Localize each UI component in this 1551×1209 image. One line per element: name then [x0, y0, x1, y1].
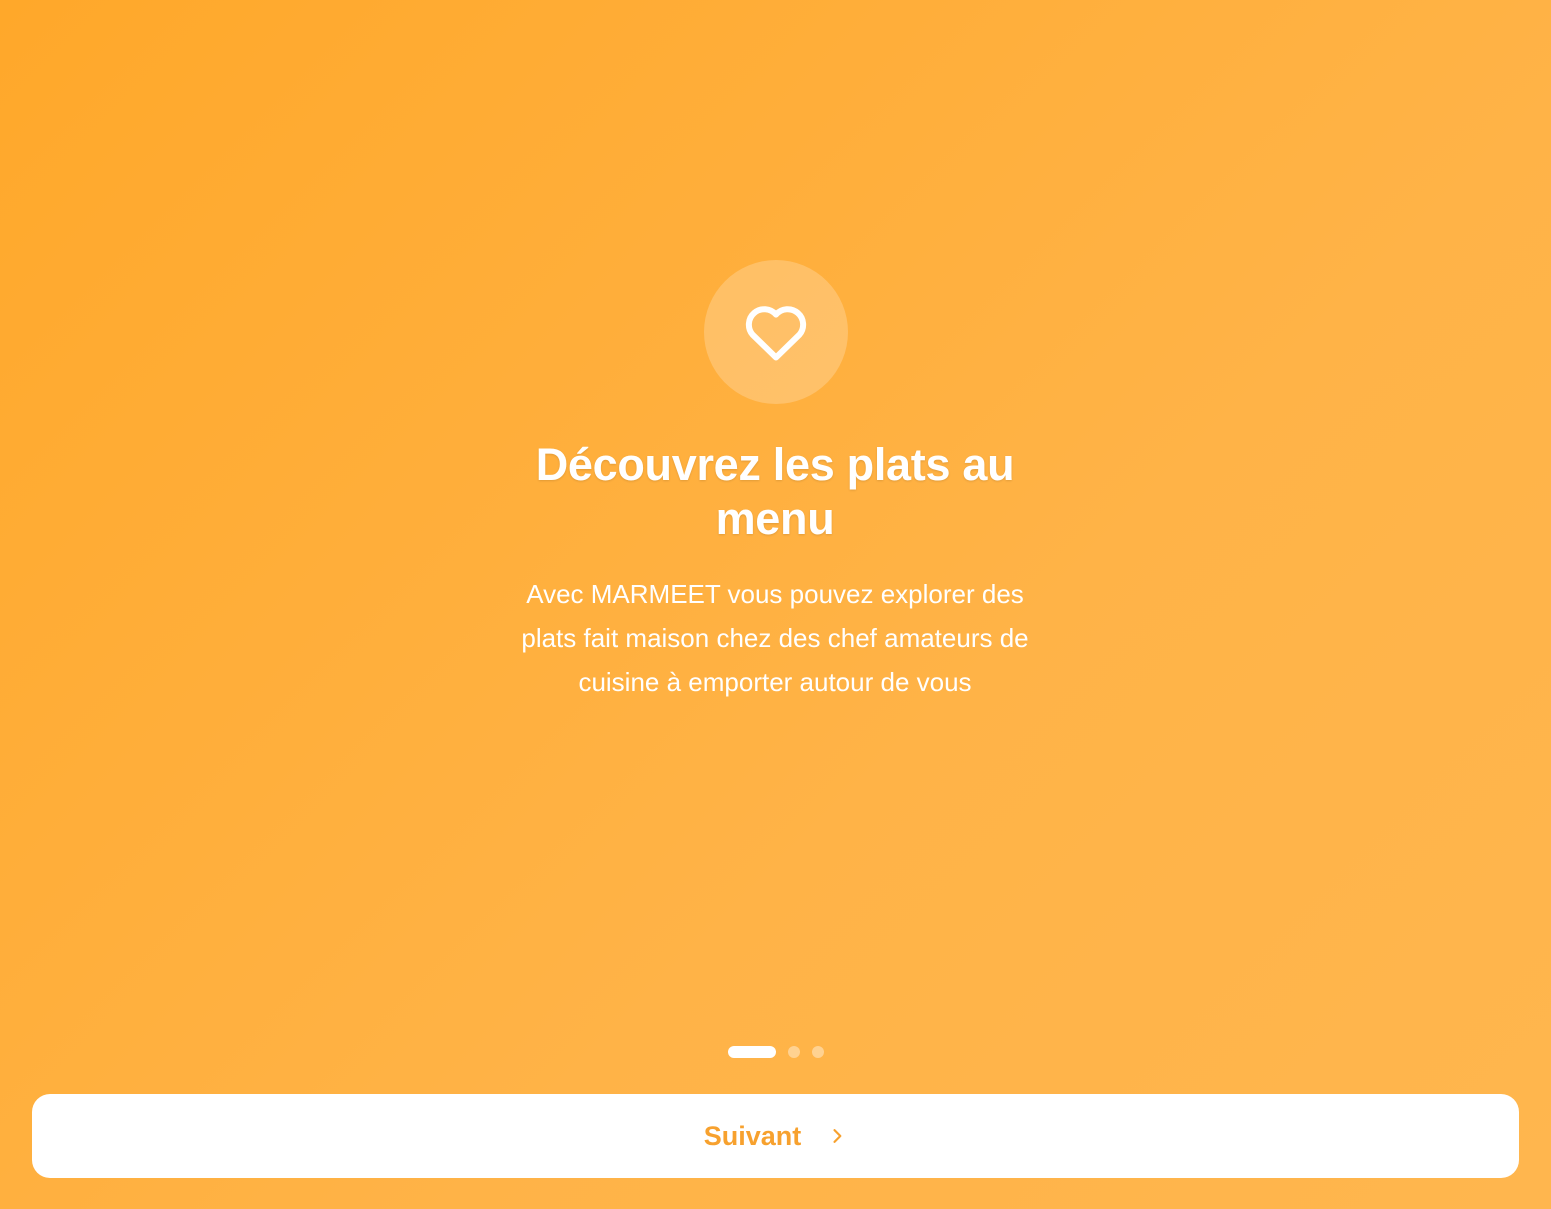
next-button-label: Suivant: [703, 1120, 802, 1151]
page-dot-1[interactable]: [727, 1046, 776, 1058]
page-dot-3[interactable]: [811, 1046, 824, 1058]
heart-icon-badge: [704, 260, 848, 404]
onboarding-description: Avec MARMEET vous pouvez explorer des pl…: [521, 579, 1029, 697]
heart-icon: [740, 296, 812, 368]
onboarding-screen: Découvrez les plats au menu Avec MARMEET…: [0, 0, 1551, 1209]
next-button[interactable]: Suivant: [32, 1094, 1519, 1178]
page-dot-2[interactable]: [787, 1046, 800, 1058]
page-indicator: [0, 1046, 1551, 1058]
chevron-right-icon: [827, 1126, 847, 1146]
onboarding-title: Découvrez les plats au menu: [535, 439, 1015, 544]
